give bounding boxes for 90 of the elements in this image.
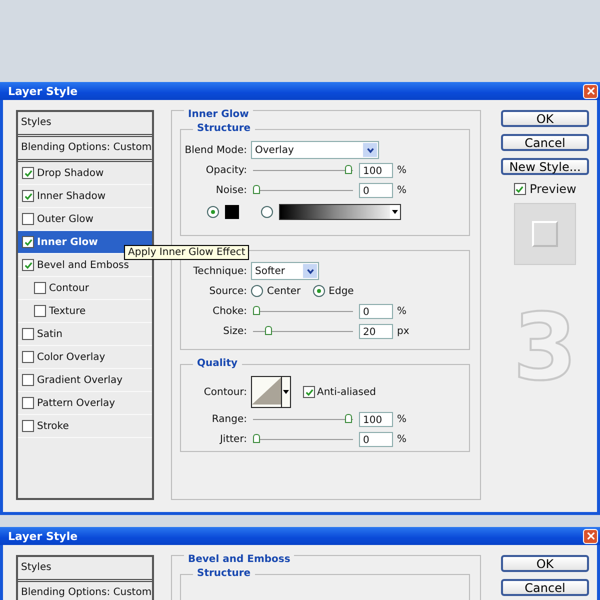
list-header[interactable]: Blending Options: Custom	[18, 137, 152, 162]
blend-mode-dropdown[interactable]: Overlay	[251, 141, 379, 159]
slider-thumb[interactable]	[345, 414, 352, 422]
number-field[interactable]: 0	[359, 432, 393, 446]
dialog-button[interactable]: New Style...	[501, 158, 589, 175]
radio-button[interactable]	[312, 285, 325, 297]
effect-item[interactable]: Gradient Overlay	[18, 369, 152, 392]
close-button[interactable]	[583, 84, 598, 98]
caret-icon	[390, 205, 400, 219]
field-label: Blend Mode:	[184, 144, 248, 156]
dialog-button[interactable]: Cancel	[501, 579, 589, 596]
chevron-down-icon	[363, 143, 377, 157]
radio-label: Center	[266, 286, 301, 296]
slider-thumb[interactable]	[253, 434, 260, 442]
number-field[interactable]: 0	[359, 304, 393, 318]
tooltip: Apply Inner Glow Effect	[124, 245, 250, 260]
checkbox-label: Anti-aliased	[316, 386, 376, 398]
effect-item[interactable]: Stroke	[18, 415, 152, 438]
field-label: Jitter:	[218, 434, 248, 444]
effect-item[interactable]: Color Overlay	[18, 346, 152, 369]
unit-label: %	[396, 164, 407, 176]
slider-thumb[interactable]	[264, 326, 272, 334]
slider-thumb[interactable]	[345, 164, 352, 174]
radio-button[interactable]	[261, 206, 273, 218]
number-field[interactable]: 100	[359, 412, 393, 426]
window-title: Layer Style	[8, 530, 78, 542]
field-label: Size:	[222, 326, 248, 336]
unit-label: %	[396, 414, 407, 424]
checkbox[interactable]	[22, 397, 34, 409]
checkbox-label: Preview	[530, 182, 576, 196]
checkbox[interactable]	[22, 213, 34, 225]
field-label: Technique:	[192, 266, 248, 276]
effect-item[interactable]: Drop Shadow	[18, 162, 152, 185]
checkbox[interactable]	[22, 190, 34, 202]
close-icon	[586, 87, 594, 95]
unit-label: %	[396, 184, 407, 196]
unit-label: %	[396, 434, 407, 444]
number-field[interactable]: 100	[359, 162, 393, 178]
group-title: Structure	[193, 123, 255, 134]
caret-icon	[281, 377, 290, 407]
effect-item[interactable]: Texture	[18, 300, 152, 323]
window-title: Layer Style	[8, 84, 78, 98]
radio-button[interactable]	[207, 206, 219, 218]
chevron-down-icon	[303, 264, 317, 278]
effect-item[interactable]: Satin	[18, 323, 152, 346]
close-icon	[586, 532, 594, 540]
checkbox[interactable]	[22, 236, 34, 248]
field-label: Opacity:	[204, 164, 248, 176]
field-label: Source:	[208, 286, 248, 296]
close-button[interactable]	[583, 528, 598, 544]
effect-item[interactable]: Inner Shadow	[18, 185, 152, 208]
field-label: Choke:	[212, 306, 248, 316]
dialog-button[interactable]: Cancel	[501, 134, 589, 151]
slider-thumb[interactable]	[253, 306, 260, 314]
list-header[interactable]: Styles	[18, 112, 152, 137]
radio-label: Edge	[328, 286, 354, 296]
technique-dropdown[interactable]: Softer	[251, 262, 319, 280]
checkbox[interactable]	[34, 282, 46, 294]
list-header[interactable]: Styles	[18, 557, 152, 582]
number-field[interactable]: 20	[359, 324, 393, 338]
number-field[interactable]: 0	[359, 182, 393, 198]
slider-thumb[interactable]	[253, 184, 260, 194]
checkbox[interactable]	[22, 374, 34, 386]
effect-item[interactable]: Contour	[18, 277, 152, 300]
group-title: Structure	[193, 568, 255, 579]
contour-picker[interactable]	[251, 376, 291, 408]
checkbox[interactable]	[22, 167, 34, 179]
checkbox[interactable]	[303, 386, 315, 398]
checkbox[interactable]	[22, 420, 34, 432]
gradient-picker[interactable]	[279, 204, 401, 220]
unit-label: px	[396, 326, 410, 336]
group-title: Quality	[193, 358, 242, 369]
section-title: Inner Glow	[184, 109, 253, 120]
checkbox[interactable]	[34, 305, 46, 317]
field-label: Noise:	[214, 184, 248, 196]
dialog-button[interactable]: OK	[501, 110, 589, 127]
checkbox[interactable]	[514, 183, 526, 195]
checkbox[interactable]	[22, 328, 34, 340]
checkbox[interactable]	[22, 259, 34, 271]
checkbox[interactable]	[22, 351, 34, 363]
section-title: Bevel and Emboss	[184, 554, 294, 565]
field-label: Contour:	[202, 386, 248, 398]
field-label: Range:	[210, 414, 248, 424]
list-header[interactable]: Blending Options: Custom	[18, 582, 152, 600]
dialog-button[interactable]: OK	[501, 555, 589, 572]
effect-item[interactable]: Pattern Overlay	[18, 392, 152, 415]
radio-button[interactable]	[251, 285, 263, 297]
color-swatch[interactable]	[225, 205, 239, 219]
unit-label: %	[396, 306, 407, 316]
preview-thumbnail	[514, 203, 576, 265]
